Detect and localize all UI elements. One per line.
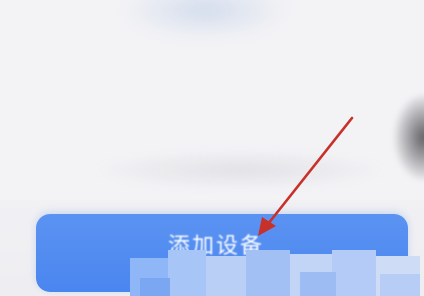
- blurred-top-graphic: [120, 0, 290, 40]
- app-screen: 添加设备: [0, 0, 424, 296]
- blurred-shadow: [90, 150, 390, 190]
- pixelated-overlay: [130, 250, 420, 296]
